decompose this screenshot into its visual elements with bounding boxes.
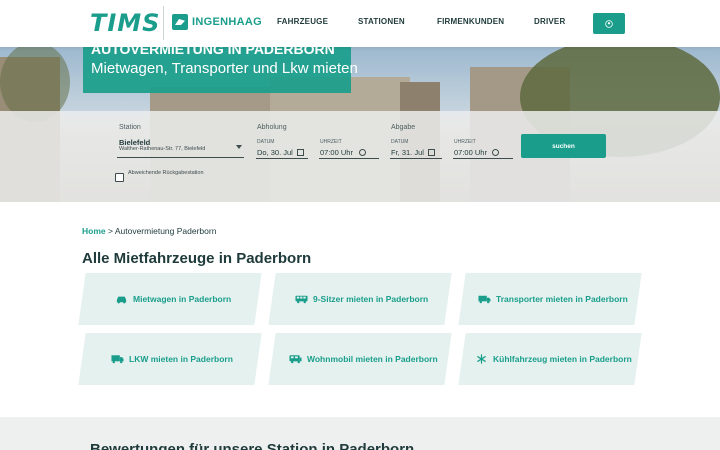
vehicle-card-label: Transporter mieten in Paderborn [496, 294, 628, 304]
logo-divider [163, 6, 164, 40]
clock-icon [359, 149, 366, 156]
station-address: Walther-Rathenau-Str. 77, Bielefeld [119, 146, 206, 152]
search-button[interactable]: suchen [521, 134, 606, 158]
pickup-date-label: DATUM [257, 139, 275, 145]
vehicle-card-wohnmobil-content[interactable]: Wohnmobil mieten in Paderborn [289, 333, 438, 385]
section-title: Alle Mietfahrzeuge in Paderborn [82, 250, 312, 267]
hero-title: AUTOVERMIETUNG IN PADERBORN [91, 47, 335, 57]
return-label: Abgabe [391, 124, 416, 131]
breadcrumb: Home > Autovermietung Paderborn [82, 226, 216, 236]
vehicle-card-label: Kühlfahrzeug mieten in Paderborn [493, 354, 632, 364]
camper-icon [289, 355, 302, 364]
station-underline [117, 157, 244, 158]
pickup-date-underline [256, 158, 308, 159]
chevron-down-icon[interactable] [236, 145, 242, 149]
ingenhaag-logo-text: INGENHAAG [192, 16, 262, 28]
different-return-checkbox[interactable] [115, 173, 124, 182]
van-icon [478, 295, 491, 304]
nav-stationen[interactable]: STATIONEN [358, 17, 405, 26]
ingenhaag-logo[interactable]: INGENHAAG [172, 14, 262, 30]
return-date-label: DATUM [391, 139, 409, 145]
hero-banner: AUTOVERMIETUNG IN PADERBORN Mietwagen, T… [0, 47, 720, 202]
return-time-label: UHRZEIT [454, 139, 476, 145]
pickup-time-value[interactable]: 07:00 Uhr [320, 148, 353, 157]
breadcrumb-home-link[interactable]: Home [82, 226, 106, 236]
vehicle-card-label: 9-Sitzer mieten in Paderborn [313, 294, 429, 304]
calendar-icon [428, 149, 435, 156]
return-date-value[interactable]: Fr, 31. Jul [391, 148, 424, 157]
nav-driver[interactable]: DRIVER [534, 17, 565, 26]
breadcrumb-separator: > [105, 226, 115, 236]
vehicle-card-label: Mietwagen in Paderborn [133, 294, 232, 304]
station-label: Station [119, 124, 141, 131]
vehicle-card-label: Wohnmobil mieten in Paderborn [307, 354, 438, 364]
bus-icon [295, 295, 308, 304]
site-header: TIMS INGENHAAG FAHRZEUGE STATIONEN FIRME… [0, 0, 720, 47]
pickup-label: Abholung [257, 124, 287, 131]
hero-subtitle: Mietwagen, Transporter und Lkw mieten [91, 60, 358, 77]
vehicle-card-kuehlfahrzeug-content[interactable]: Kühlfahrzeug mieten in Paderborn [475, 333, 632, 385]
nav-firmenkunden[interactable]: FIRMENKUNDEN [437, 17, 504, 26]
ingenhaag-mark-icon [172, 14, 188, 30]
vehicle-card-9-sitzer-content[interactable]: 9-Sitzer mieten in Paderborn [295, 273, 428, 325]
reviews-title: Bewertungen für unsere Station in Paderb… [90, 441, 415, 450]
different-return-label: Abweichende Rückgabestation [128, 170, 204, 176]
clock-icon [492, 149, 499, 156]
truck-icon [111, 355, 124, 364]
nav-fahrzeuge[interactable]: FAHRZEUGE [277, 17, 328, 26]
tims-logo[interactable]: TIMS [90, 9, 160, 37]
vehicle-card-mietwagen-content[interactable]: Mietwagen in Paderborn [115, 273, 231, 325]
car-icon [116, 296, 127, 304]
calendar-icon [297, 149, 304, 156]
return-time-value[interactable]: 07:00 Uhr [454, 148, 487, 157]
snowflake-icon [477, 354, 486, 364]
pickup-time-label: UHRZEIT [320, 139, 342, 145]
pickup-date-value[interactable]: Do, 30. Jul [257, 148, 293, 157]
return-date-underline [390, 158, 442, 159]
vehicle-card-label: LKW mieten in Paderborn [129, 354, 233, 364]
user-circle-icon [605, 19, 613, 28]
breadcrumb-current: Autovermietung Paderborn [114, 226, 217, 236]
user-account-button[interactable] [593, 13, 625, 34]
pickup-time-underline [319, 158, 379, 159]
return-time-underline [453, 158, 513, 159]
vehicle-card-transporter-content[interactable]: Transporter mieten in Paderborn [478, 273, 628, 325]
search-panel [0, 111, 720, 202]
vehicle-card-lkw-content[interactable]: LKW mieten in Paderborn [111, 333, 233, 385]
